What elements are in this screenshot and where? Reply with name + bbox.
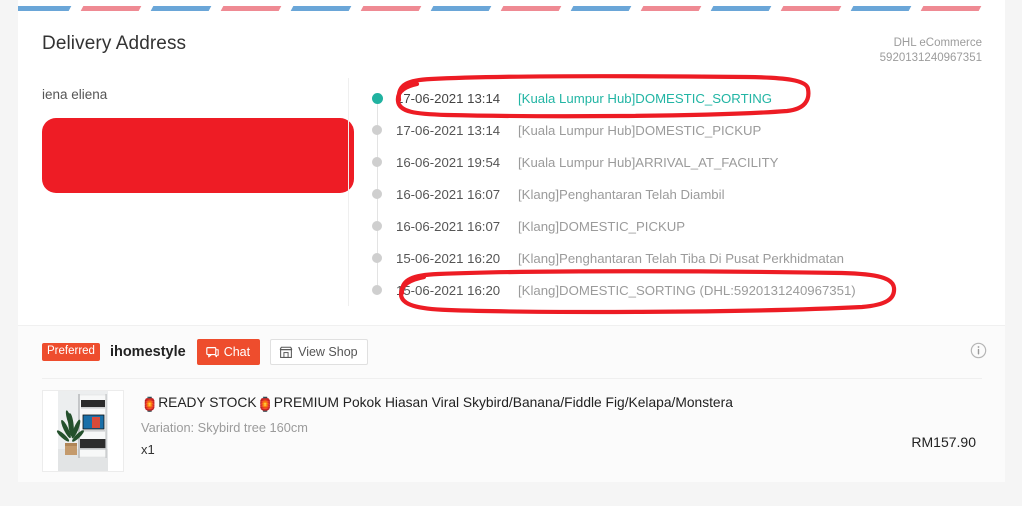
view-shop-button-label: View Shop [298,345,358,359]
order-detail-card: Delivery Address DHL eCommerce 592013124… [18,0,1005,482]
info-circle-icon[interactable] [970,342,987,359]
view-shop-button[interactable]: View Shop [270,339,368,365]
envelope-stripe-decoration [18,0,1005,14]
shop-section-divider [42,378,982,379]
timeline-entry: 16-06-2021 16:07 [Klang]Penghantaran Tela… [372,178,982,210]
lantern-emoji-icon-2: 🏮 [256,397,274,412]
timeline-entry-time: 16-06-2021 16:07 [396,218,501,234]
timeline-entry: 16-06-2021 19:54 [Kuala Lumpur Hub]ARRIVA… [372,146,982,178]
stripe-dash [360,6,422,11]
timeline-dot [372,285,382,295]
timeline-entry: 15-06-2021 16:20 [Klang]Penghantaran Tela… [372,242,982,274]
column-divider [348,78,349,306]
address-redaction-block [42,118,354,193]
stripe-dash [570,6,632,11]
storefront-icon [279,346,293,359]
preferred-badge: Preferred [42,342,100,362]
stripe-dash [640,6,702,11]
stripe-dash [220,6,282,11]
stripe-dash [850,6,912,11]
tracking-number: 5920131240967351 [879,52,982,64]
timeline-dot [372,221,382,231]
courier-info: DHL eCommerce 5920131240967351 [880,32,982,66]
product-title[interactable]: 🏮READY STOCK🏮PREMIUM Pokok Hiasan Viral … [141,393,911,414]
shop-name[interactable]: ihomestyle [110,344,186,360]
stripe-dash [290,6,352,11]
timeline-entry-time: 16-06-2021 19:54 [396,154,501,170]
timeline-entry: 17-06-2021 13:14 [Kuala Lumpur Hub]DOMEST… [371,82,982,114]
page-title: Delivery Address [42,33,187,54]
chat-button-label: Chat [223,345,251,359]
stripe-dash [500,6,562,11]
timeline-entry-description: [Klang]DOMESTIC_PICKUP [518,218,686,234]
timeline-entry-time: 15-06-2021 16:20 [396,282,501,298]
product-quantity: x1 [141,442,155,457]
stripe-dash [150,6,212,11]
product-title-prefix: READY STOCK [158,395,257,410]
product-price: RM157.90 [911,434,976,450]
stripe-dashes [18,6,1005,11]
stripe-dash [80,6,142,11]
timeline-entry: 16-06-2021 16:07 [Klang]DOMESTIC_PICKUP [372,210,982,242]
timeline-dot [372,125,382,135]
shop-bar: Preferred ihomestyle Chat View Shop [42,339,368,365]
timeline-entry-description: [Kuala Lumpur Hub]ARRIVAL_AT_FACILITY [518,154,779,170]
delivery-header: Delivery Address DHL eCommerce 592013124… [42,32,982,66]
timeline-dot [372,253,382,263]
tracking-timeline: 17-06-2021 13:14 [Kuala Lumpur Hub]DOMEST… [371,82,982,306]
timeline-entry-description: [Klang]DOMESTIC_SORTING (DHL:59201312409… [518,282,856,298]
timeline-entry-time: 17-06-2021 13:14 [396,90,501,106]
stripe-dash [710,6,772,11]
timeline-entry-time: 17-06-2021 13:14 [396,122,501,138]
shop-product-section: Preferred ihomestyle Chat View Shop 🏮REA… [18,325,1005,482]
timeline-entry-description: [Klang]Penghantaran Telah Diambil [518,186,725,202]
timeline-entry-description: [Klang]Penghantaran Telah Tiba Di Pusat … [518,250,844,266]
chat-button[interactable]: Chat [196,339,261,365]
courier-name: DHL eCommerce [893,37,982,49]
timeline-dot [372,189,382,199]
timeline-entry-description: [Kuala Lumpur Hub]DOMESTIC_SORTING [518,90,773,106]
timeline-entry: 17-06-2021 13:14 [Kuala Lumpur Hub]DOMEST… [372,114,982,146]
stripe-dash [430,6,492,11]
stripe-dash [780,6,842,11]
timeline-entry: 15-06-2021 16:20 [Klang]DOMESTIC_SORTING … [372,274,982,306]
delivery-address-block: iena eliena [42,86,362,193]
product-thumbnail[interactable] [42,390,124,472]
page-bottom-gutter [0,482,1022,506]
timeline-dot-active [371,92,383,104]
timeline-dot [372,157,382,167]
product-title-rest: PREMIUM Pokok Hiasan Viral Skybird/Banan… [273,395,733,410]
stripe-dash [920,6,982,11]
product-info: 🏮READY STOCK🏮PREMIUM Pokok Hiasan Viral … [141,390,911,458]
stripe-dash [18,6,72,11]
recipient-name: iena eliena [42,87,108,102]
screenshot-root: Delivery Address DHL eCommerce 592013124… [0,0,1022,506]
timeline-entry-time: 16-06-2021 16:07 [396,186,501,202]
timeline-entry-time: 15-06-2021 16:20 [396,250,501,266]
chat-bubble-icon [205,346,219,359]
product-row: 🏮READY STOCK🏮PREMIUM Pokok Hiasan Viral … [42,390,982,472]
product-variation: Variation: Skybird tree 160cm [141,420,308,435]
lantern-emoji-icon: 🏮 [141,397,159,412]
timeline-entry-description: [Kuala Lumpur Hub]DOMESTIC_PICKUP [518,122,762,138]
